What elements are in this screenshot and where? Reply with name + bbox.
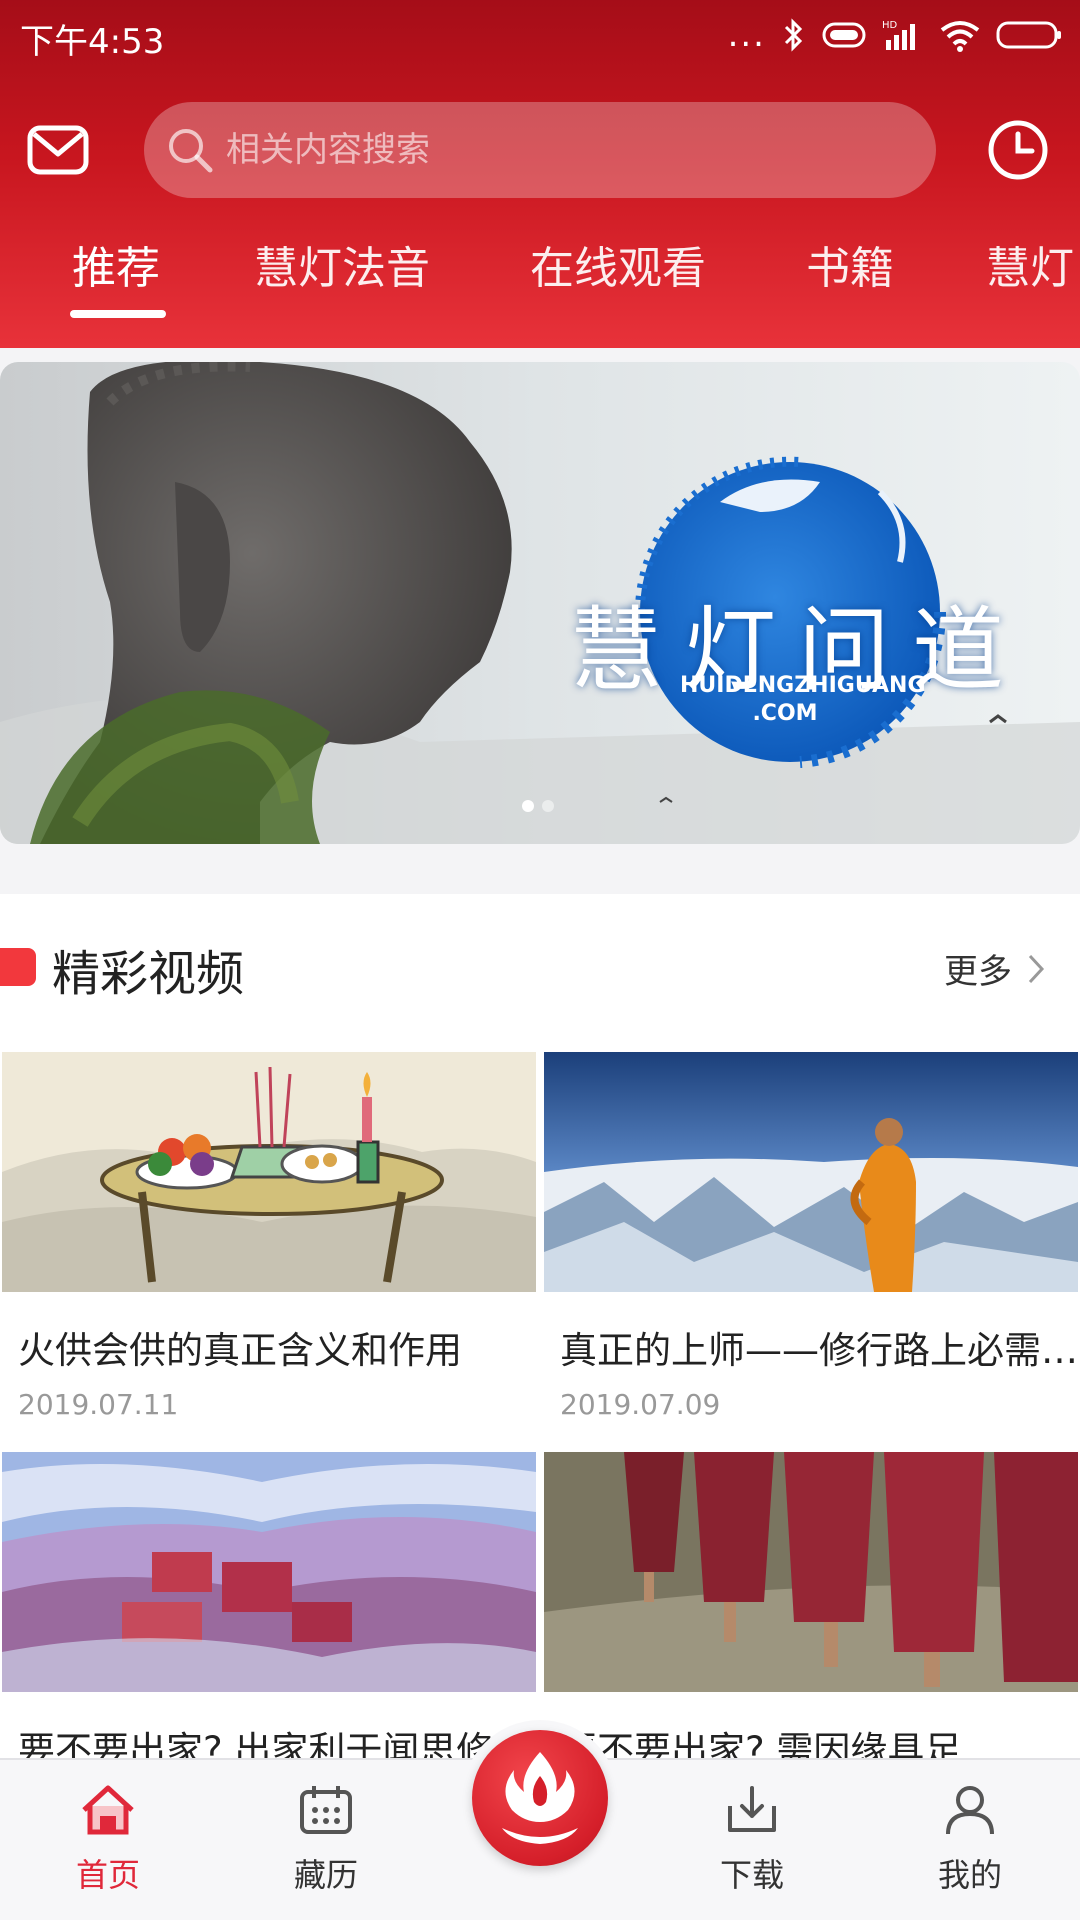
banner-pagination <box>522 800 554 812</box>
lamp-logo-icon <box>502 1752 578 1844</box>
banner-domain-line1: HUIDENGZHIGUANG <box>680 673 926 698</box>
tab-huideng[interactable]: 慧灯 <box>986 232 1074 296</box>
video-thumbnail <box>544 1452 1078 1692</box>
signal-hd-icon: HD <box>882 20 915 50</box>
download-icon <box>728 1786 776 1832</box>
section-header: 精彩视频 更多 <box>0 934 1080 1004</box>
nav-home-label: 首页 <box>75 1856 140 1894</box>
chevron-right-icon <box>1028 954 1045 983</box>
more-label: 更多 <box>944 952 1012 992</box>
status-time: 下午4:53 <box>20 22 165 62</box>
tab-online-watch[interactable]: 在线观看 <box>530 232 706 296</box>
calendar-icon <box>300 1786 352 1834</box>
user-icon <box>946 1786 994 1835</box>
nav-calendar-label: 藏历 <box>293 1856 358 1894</box>
tab-recommend[interactable]: 推荐 <box>72 232 160 296</box>
center-lamp-button[interactable] <box>472 1730 608 1866</box>
bottom-navigation: 首页 藏历 下载 我的 <box>0 1720 1080 1920</box>
tab-books[interactable]: 书籍 <box>806 232 894 296</box>
banner-domain: HUIDENGZHIGUANG .COM <box>680 672 926 728</box>
nav-download-label: 下载 <box>719 1856 784 1894</box>
search-row <box>0 100 1080 200</box>
section-accent-bar <box>0 948 36 986</box>
mail-icon[interactable] <box>26 118 90 182</box>
video-date: 2019.07.11 <box>18 1388 179 1421</box>
battery-icon <box>996 21 1061 49</box>
nav-home[interactable]: 首页 <box>28 1784 188 1896</box>
bluetooth-icon <box>784 18 803 52</box>
video-date: 2019.07.09 <box>560 1388 721 1421</box>
banner-domain-line2: .COM <box>752 701 818 726</box>
nav-profile-label: 我的 <box>937 1856 1002 1894</box>
status-icons: ... HD <box>728 18 1062 52</box>
alarm-pill-icon <box>822 22 866 48</box>
banner-dot-2[interactable] <box>542 800 554 812</box>
nav-calendar[interactable]: 藏历 <box>246 1784 406 1896</box>
tab-active-indicator <box>70 310 166 318</box>
home-icon <box>82 1785 134 1835</box>
search-box[interactable] <box>144 102 936 198</box>
video-thumbnail <box>2 1052 536 1292</box>
history-clock-icon[interactable] <box>986 118 1050 182</box>
svg-text:HD: HD <box>882 20 898 31</box>
app-header: 下午4:53 ... HD 推荐 慧灯法音 在线观看 <box>0 0 1080 348</box>
more-link[interactable]: 更多 <box>944 944 1050 993</box>
banner-dot-1[interactable] <box>522 800 534 812</box>
video-thumbnail <box>2 1452 536 1692</box>
status-bar: 下午4:53 ... HD <box>0 0 1080 72</box>
video-thumbnail <box>544 1052 1078 1292</box>
search-icon <box>169 129 213 173</box>
video-card[interactable]: 真正的上师——修行路上必需的… 2019.07.09 <box>544 1052 1080 1442</box>
video-card[interactable]: 火供会供的真正含义和作用 2019.07.11 <box>2 1052 536 1442</box>
wifi-icon <box>940 21 980 52</box>
category-tabs: 推荐 慧灯法音 在线观看 书籍 慧灯 <box>0 222 1080 332</box>
video-title: 真正的上师——修行路上必需的… <box>560 1329 1080 1372</box>
nav-profile[interactable]: 我的 <box>890 1784 1050 1896</box>
tab-dharma-audio[interactable]: 慧灯法音 <box>254 232 430 296</box>
search-input[interactable] <box>226 102 906 198</box>
video-title: 火供会供的真正含义和作用 <box>18 1329 462 1372</box>
section-title: 精彩视频 <box>52 946 245 1002</box>
nav-download[interactable]: 下载 <box>672 1784 832 1896</box>
more-dots-icon: ... <box>727 15 766 55</box>
